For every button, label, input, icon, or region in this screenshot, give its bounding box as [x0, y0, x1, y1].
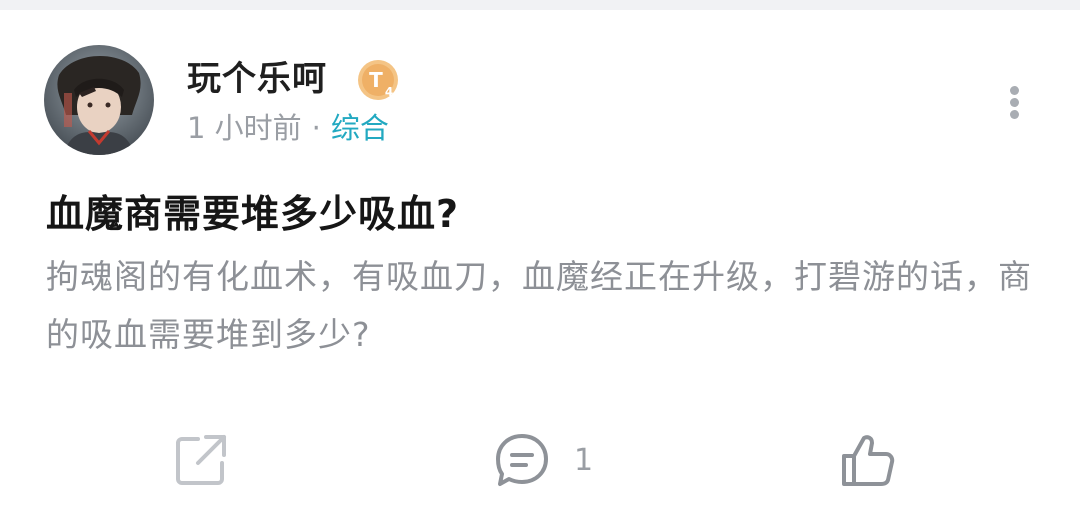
top-divider-strip [0, 0, 1080, 10]
more-options-button[interactable] [1000, 82, 1028, 122]
more-dot-icon [1010, 98, 1019, 107]
category-link[interactable]: 综合 [331, 111, 389, 145]
post-title[interactable]: 血魔商需要堆多少吸血? [46, 188, 459, 240]
post-time: 1 小时前 [187, 111, 302, 145]
comment-button[interactable]: 1 [492, 430, 593, 490]
share-button[interactable] [172, 430, 230, 490]
meta-separator: · [311, 111, 321, 145]
comment-count: 1 [574, 442, 594, 478]
like-button[interactable] [838, 430, 898, 490]
author-name[interactable]: 玩个乐呵 [187, 57, 327, 101]
avatar-icon [44, 45, 154, 155]
comment-icon [496, 434, 548, 486]
level-number: 4 [385, 85, 393, 99]
post-content[interactable]: 拘魂阁的有化血术，有吸血刀，血魔经正在升级，打碧游的话，商的吸血需要堆到多少? [46, 248, 1036, 364]
avatar[interactable] [44, 45, 154, 155]
post-meta: 1 小时前 · 综合 [187, 108, 389, 148]
thumbs-up-icon [842, 435, 895, 486]
level-letter: T [369, 68, 383, 92]
more-dot-icon [1010, 86, 1019, 95]
more-dot-icon [1010, 110, 1019, 119]
level-badge-icon: T 4 [356, 58, 400, 102]
share-icon [176, 435, 226, 485]
